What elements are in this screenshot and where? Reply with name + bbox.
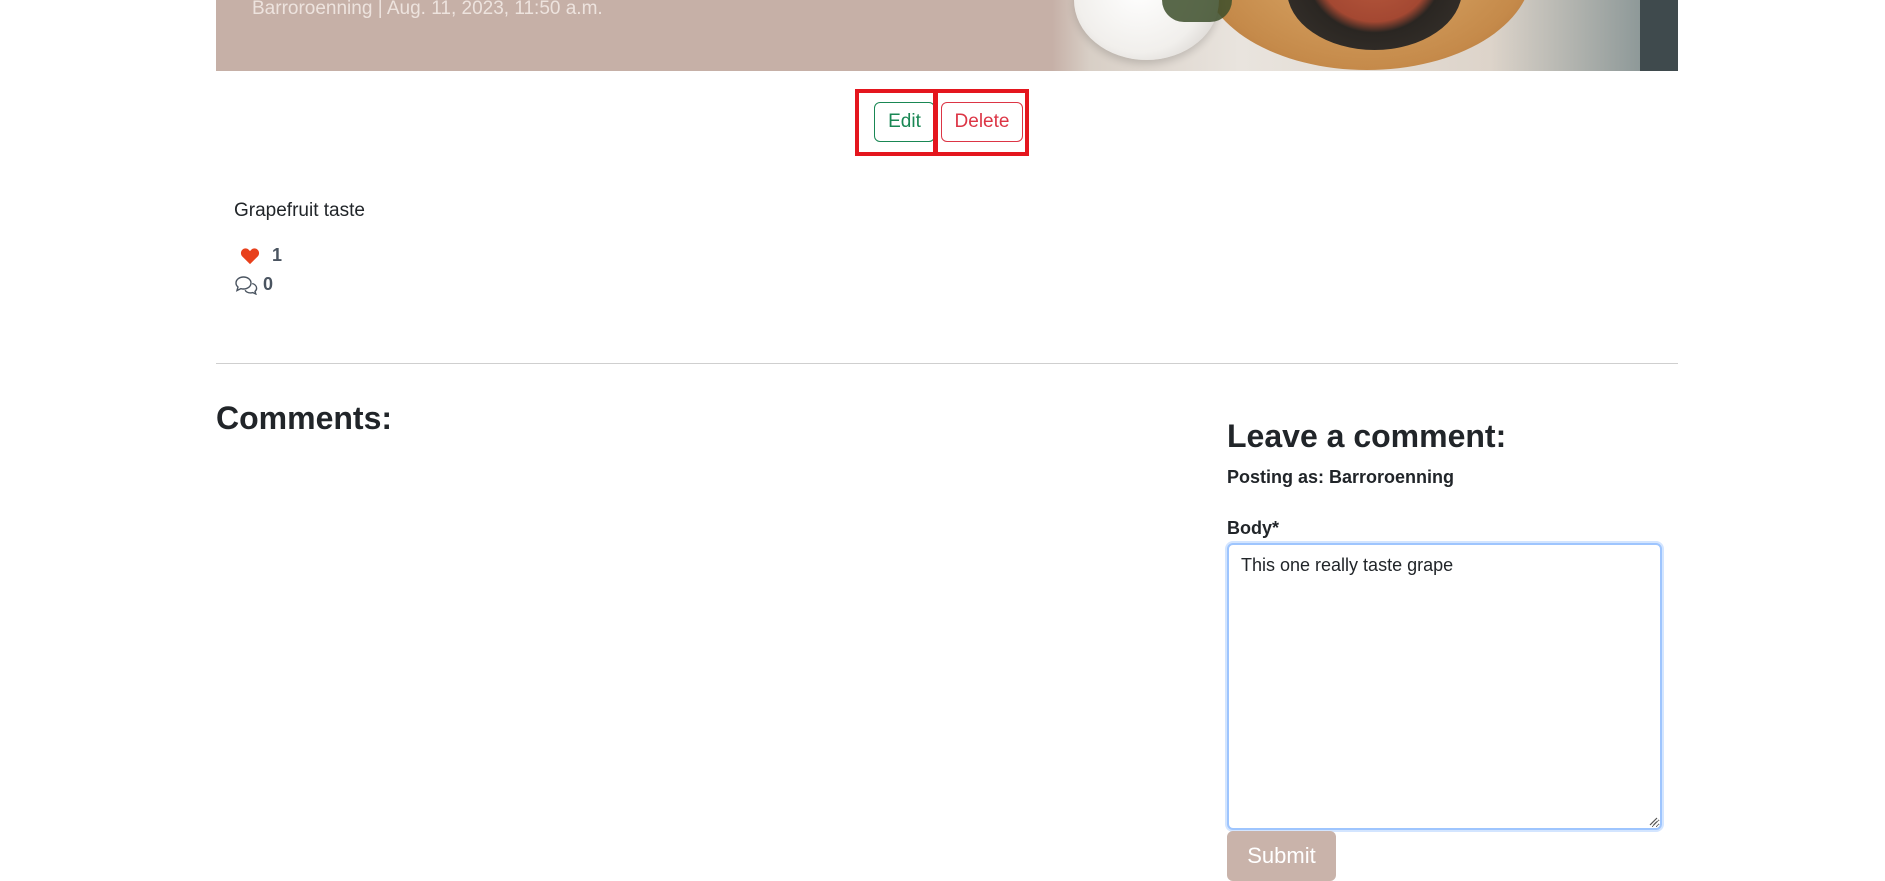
herb-garnish (1162, 0, 1232, 22)
edit-button[interactable]: Edit (874, 102, 935, 142)
post-body-text: Grapefruit taste (234, 200, 365, 221)
post-image (1052, 0, 1678, 71)
heart-icon[interactable] (240, 247, 260, 265)
section-divider (216, 363, 1678, 364)
like-count[interactable]: 1 (240, 245, 282, 266)
comment-count-value: 0 (263, 274, 274, 294)
body-field-label: Body* (1227, 518, 1280, 538)
background-edge (1640, 0, 1678, 71)
resize-handle-icon[interactable] (1648, 816, 1658, 826)
submit-button[interactable]: Submit (1227, 831, 1336, 881)
comments-heading: Comments: (216, 400, 393, 436)
comment-body-textarea[interactable]: This one really taste grape (1227, 543, 1662, 830)
chat-bubbles-icon (234, 275, 259, 295)
posting-as-label: Posting as: Barroroenning (1227, 467, 1455, 487)
leave-comment-heading: Leave a comment: (1227, 418, 1507, 454)
comment-count: 0 (234, 274, 273, 295)
delete-button[interactable]: Delete (941, 102, 1023, 142)
like-count-value: 1 (272, 245, 283, 265)
post-meta: Barroroenning | Aug. 11, 2023, 11:50 a.m… (252, 0, 603, 19)
post-hero-banner: Barroroenning | Aug. 11, 2023, 11:50 a.m… (216, 0, 1678, 71)
